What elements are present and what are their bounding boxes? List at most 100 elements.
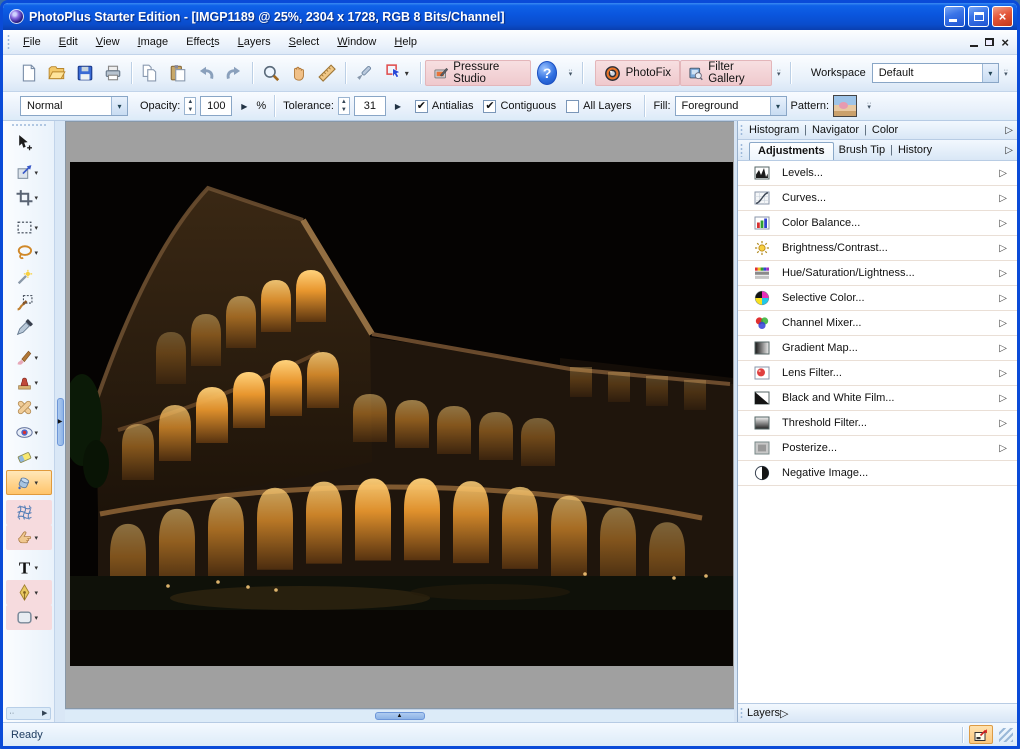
vertical-splitter[interactable]: ▶ [55,121,65,722]
tool-eraser[interactable]: ▾ [6,445,52,470]
tolerance-spinner[interactable]: ▲▼ [338,97,350,115]
panel-expand-icon[interactable]: ▷ [999,268,1007,279]
chevron-down-icon[interactable]: ▾ [982,64,998,82]
menu-file[interactable]: File [14,30,50,54]
panel-expand-icon[interactable]: ▷ [1001,125,1013,136]
menu-select[interactable]: Select [280,30,329,54]
photofix-button[interactable]: PhotoFix [595,60,680,86]
menu-edit[interactable]: Edit [50,30,87,54]
panel-expand-icon[interactable]: ▷ [999,318,1007,329]
panel-grip[interactable] [739,124,744,137]
adjustment-channel-mixer[interactable]: Channel Mixer...▷ [738,311,1017,336]
tool-mesh-warp[interactable] [6,500,52,525]
airbrush-button[interactable] [350,59,378,87]
opacity-slider-button[interactable]: ▶ [236,96,252,116]
horizontal-splitter[interactable]: ▲ [65,709,734,722]
panel-expand-icon[interactable]: ▷ [999,293,1007,304]
filter-gallery-button[interactable]: Filter Gallery [680,60,772,86]
chevron-down-icon[interactable]: ▾ [35,194,42,202]
tool-lasso[interactable]: ▾ [6,240,52,265]
close-button[interactable]: × [992,6,1013,27]
chevron-down-icon[interactable]: ▾ [35,224,42,232]
toolbar-grip[interactable] [6,34,11,50]
panel-expand-icon[interactable]: ▷ [999,243,1007,254]
chevron-down-icon[interactable]: ▾ [35,429,42,437]
opacity-spinner[interactable]: ▲▼ [184,97,196,115]
toolbar-overflow-icon[interactable]: ··▾ [565,69,575,77]
chevron-down-icon[interactable]: ▾ [35,534,42,542]
save-button[interactable] [71,59,99,87]
tool-paintbrush[interactable]: ▾ [6,345,52,370]
tab-color[interactable]: Color [872,124,898,136]
chevron-down-icon[interactable]: ▾ [35,454,42,462]
checkbox-icon[interactable] [566,100,579,113]
redo-button[interactable] [220,59,248,87]
panel-expand-icon[interactable]: ▷ [780,707,788,720]
adjustment-threshold[interactable]: Threshold Filter...▷ [738,411,1017,436]
tool-selection-brush[interactable] [6,290,52,315]
panel-expand-icon[interactable]: ▷ [1001,145,1013,156]
tab-adjustments[interactable]: Adjustments [749,142,834,160]
checkbox-contiguous[interactable]: ✔Contiguous [483,100,556,113]
new-document-button[interactable] [15,59,43,87]
chevron-down-icon[interactable]: ▾ [111,97,127,115]
mdi-close-icon[interactable]: × [1001,36,1009,49]
chevron-down-icon[interactable]: ▾ [35,379,42,387]
menu-window[interactable]: Window [328,30,385,54]
toolbar-overflow-icon[interactable]: ··▾ [774,69,784,77]
minimize-button[interactable] [944,6,965,27]
tool-marquee-select[interactable]: ▾ [6,215,52,240]
adjustment-curves[interactable]: Curves...▷ [738,186,1017,211]
chevron-down-icon[interactable]: ▾ [770,97,786,115]
checkbox-all-layers[interactable]: All Layers [566,100,631,113]
tool-color-pickup[interactable] [6,315,52,340]
layers-panel-bar[interactable]: Layers ▷ [738,703,1017,722]
adjustment-color-balance[interactable]: Color Balance...▷ [738,211,1017,236]
chevron-down-icon[interactable]: ▾ [35,169,42,177]
tool-crop[interactable]: ▾ [6,185,52,210]
mdi-restore-icon[interactable] [985,38,994,46]
palette-options-row[interactable]: ··▶ [6,707,52,720]
chevron-down-icon[interactable]: ▾ [35,589,42,597]
blend-mode-combo[interactable]: Normal ▾ [20,96,128,116]
adjustment-bw-film[interactable]: Black and White Film...▷ [738,386,1017,411]
pointer-select-button[interactable]: ▾ [378,59,416,87]
tolerance-value[interactable]: 31 [354,96,386,116]
document-canvas[interactable] [65,121,734,709]
checkbox-icon[interactable]: ✔ [415,100,428,113]
open-button[interactable] [43,59,71,87]
menu-help[interactable]: Help [385,30,426,54]
pattern-swatch[interactable] [833,95,857,117]
checkbox-icon[interactable]: ✔ [483,100,496,113]
panel-expand-icon[interactable]: ▷ [999,443,1007,454]
palette-overflow-icon[interactable]: ·· [10,710,15,717]
print-button[interactable] [99,59,127,87]
tool-red-eye[interactable]: ▾ [6,420,52,445]
menu-image[interactable]: Image [129,30,178,54]
panel-expand-icon[interactable]: ▷ [999,343,1007,354]
tab-brush-tip[interactable]: Brush Tip [839,144,885,156]
copy-button[interactable] [136,59,164,87]
checkbox-antialias[interactable]: ✔Antialias [415,100,474,113]
fill-combo[interactable]: Foreground ▾ [675,96,787,116]
toolbar-overflow-icon[interactable]: ··▾ [863,102,875,110]
tool-transform[interactable]: ▾ [6,160,52,185]
panel-expand-icon[interactable]: ▷ [999,418,1007,429]
tool-clone-stamp[interactable]: ▾ [6,370,52,395]
chevron-down-icon[interactable]: ▾ [35,479,42,487]
adjustment-lens-filter[interactable]: Lens Filter...▷ [738,361,1017,386]
zoom-button[interactable] [257,59,285,87]
tolerance-slider-button[interactable]: ▶ [390,96,406,116]
undo-button[interactable] [192,59,220,87]
panel-expand-icon[interactable]: ▷ [999,218,1007,229]
tool-move[interactable] [6,130,52,155]
mdi-minimize-icon[interactable] [970,45,978,47]
adjustment-negative[interactable]: Negative Image... [738,461,1017,486]
tool-pen[interactable]: ▾ [6,580,52,605]
tab-histogram[interactable]: Histogram [749,124,799,136]
help-button[interactable]: ? [537,61,558,85]
chevron-down-icon[interactable]: ▾ [35,249,42,257]
tool-smudge[interactable]: ▾ [6,525,52,550]
panel-grip[interactable] [739,143,744,157]
tool-text[interactable]: T▾ [6,555,52,580]
